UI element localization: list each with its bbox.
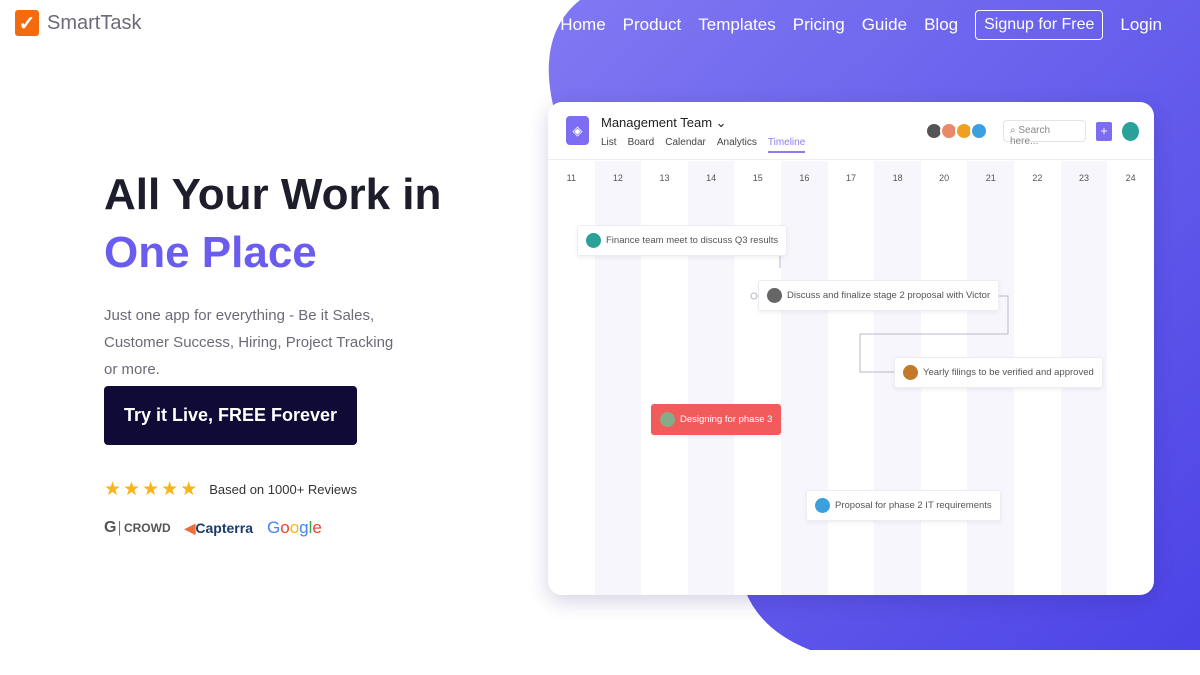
avatar bbox=[815, 498, 830, 513]
star-icon: ★ bbox=[123, 479, 141, 500]
checkmark-icon: ✓ bbox=[15, 10, 39, 36]
login-link[interactable]: Login bbox=[1120, 15, 1162, 35]
dependency-lines bbox=[750, 236, 1009, 373]
logo[interactable]: ✓ SmartTask bbox=[15, 10, 141, 36]
nav-pricing[interactable]: Pricing bbox=[793, 15, 845, 35]
capterra-logo: ◀Capterra bbox=[184, 519, 253, 536]
signup-button[interactable]: Signup for Free bbox=[975, 10, 1104, 40]
nav-blog[interactable]: Blog bbox=[924, 15, 958, 35]
avatar bbox=[767, 288, 782, 303]
avatar bbox=[660, 412, 675, 427]
reviews-text: Based on 1000+ Reviews bbox=[209, 482, 358, 497]
title-line2: One Place bbox=[104, 228, 317, 277]
rating: ★ ★ ★ ★ ★ Based on 1000+ Reviews bbox=[104, 478, 357, 501]
star-icon: ★ bbox=[161, 479, 179, 500]
google-logo: Google bbox=[267, 518, 322, 537]
avatar bbox=[586, 233, 601, 248]
task-card[interactable]: Designing for phase 3 bbox=[651, 404, 782, 435]
star-icon: ★ bbox=[104, 479, 122, 500]
star-icon: ★ bbox=[142, 479, 160, 500]
review-badges: G│CROWD ◀Capterra Google bbox=[104, 518, 322, 538]
nav-home[interactable]: Home bbox=[560, 15, 605, 35]
hero-subtitle: Just one app for everything - Be it Sale… bbox=[104, 307, 394, 378]
try-live-button[interactable]: Try it Live, FREE Forever bbox=[104, 386, 357, 445]
main-nav: Home Product Templates Pricing Guide Blo… bbox=[560, 10, 1162, 40]
hero-title: All Your Work in One Place bbox=[104, 166, 441, 282]
task-card[interactable]: Finance team meet to discuss Q3 results bbox=[577, 225, 788, 256]
title-line1: All Your Work in bbox=[104, 170, 442, 219]
star-icon: ★ bbox=[180, 479, 198, 500]
task-card[interactable]: Discuss and finalize stage 2 proposal wi… bbox=[758, 280, 1000, 311]
task-card[interactable]: Proposal for phase 2 IT requirements bbox=[806, 490, 1001, 521]
app-preview: ◈ Management Team ⌄ List Board Calendar … bbox=[548, 102, 1154, 595]
avatar bbox=[903, 365, 918, 380]
nav-guide[interactable]: Guide bbox=[862, 15, 907, 35]
task-card[interactable]: Yearly filings to be verified and approv… bbox=[894, 357, 1103, 388]
nav-templates[interactable]: Templates bbox=[698, 15, 775, 35]
g2-crowd-logo: G│CROWD bbox=[104, 519, 171, 536]
nav-product[interactable]: Product bbox=[623, 15, 682, 35]
